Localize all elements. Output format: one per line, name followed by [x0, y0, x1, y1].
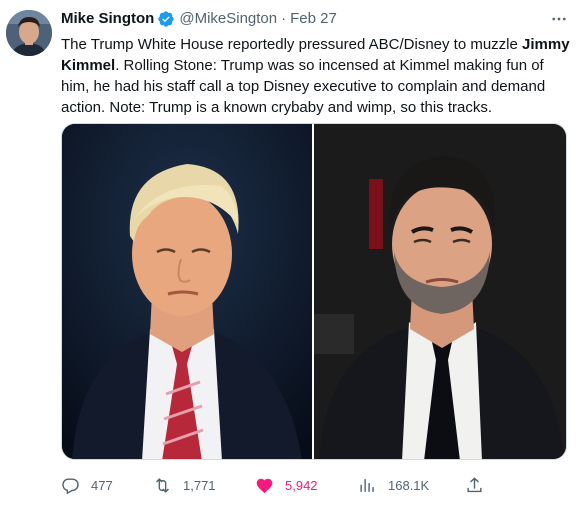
retweet-icon [156, 477, 169, 493]
views-count: 168.1K [388, 477, 430, 493]
avatar[interactable] [6, 10, 52, 56]
author-name[interactable]: Mike Sington [61, 9, 154, 29]
tweet-text-part1: The Trump White House reportedly pressur… [61, 36, 523, 53]
reply-button[interactable]: 477 [61, 475, 113, 495]
verified-icon [157, 10, 175, 28]
views-button[interactable]: 168.1K [358, 475, 429, 495]
share-icon [467, 476, 482, 492]
tweet-date[interactable]: Feb 27 [290, 9, 337, 29]
reply-count: 477 [91, 477, 113, 493]
views-icon [360, 478, 374, 492]
retweet-count: 1,771 [183, 477, 216, 493]
like-button[interactable]: 5,942 [255, 475, 318, 495]
tweet-media[interactable] [61, 123, 567, 460]
media-photo-right[interactable] [314, 124, 566, 459]
media-photo-left[interactable] [62, 124, 312, 459]
like-count: 5,942 [285, 477, 318, 493]
more-icon[interactable] [547, 9, 571, 29]
like-icon [256, 478, 273, 493]
tweet-text-part2: . Rolling Stone: Trump was so incensed a… [61, 57, 546, 116]
retweet-button[interactable]: 1,771 [153, 475, 216, 495]
author-handle[interactable]: @MikeSington [179, 9, 277, 29]
tweet-actions: 477 1,771 5,942 168.1K [61, 475, 575, 495]
separator-dot: · [281, 10, 287, 27]
reply-icon [62, 477, 79, 494]
tweet-header: Mike Sington @MikeSington · Feb 27 [61, 9, 575, 29]
tweet[interactable]: Mike Sington @MikeSington · Feb 27 The T… [0, 0, 583, 507]
share-button[interactable] [465, 475, 484, 495]
tweet-text: The Trump White House reportedly pressur… [61, 34, 571, 118]
